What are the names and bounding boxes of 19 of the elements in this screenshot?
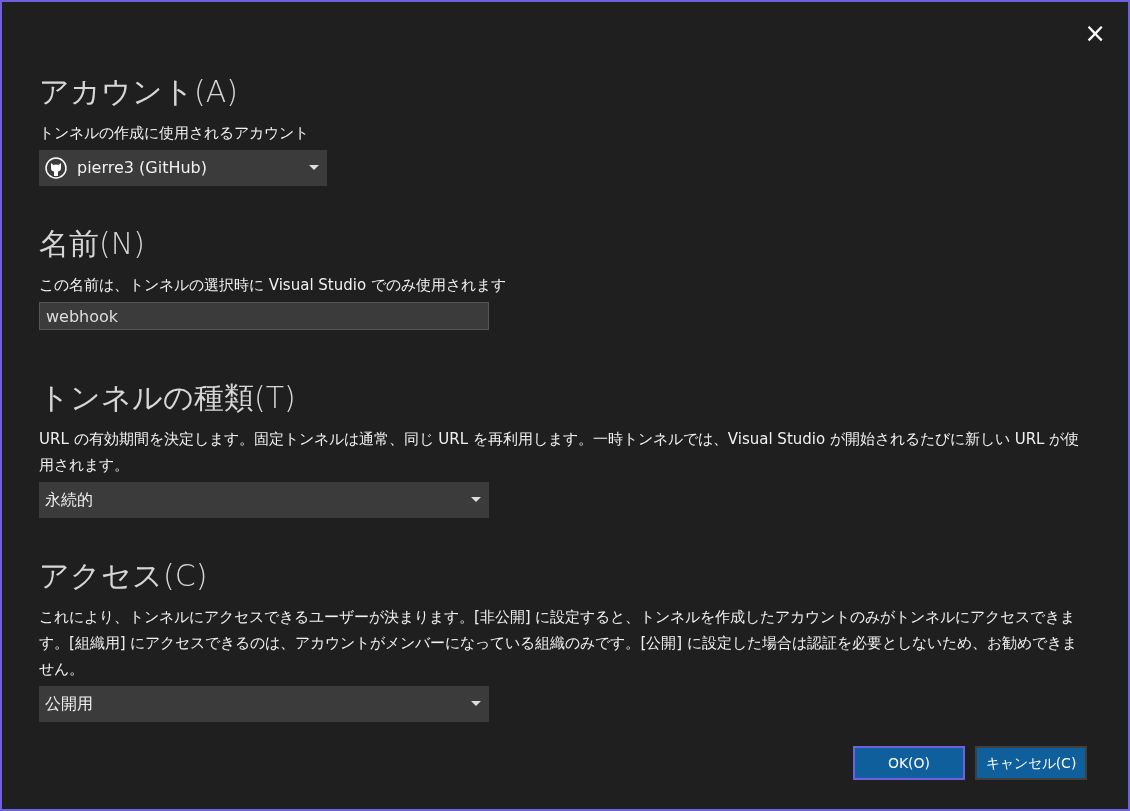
section-heading: トンネルの種類(T) [39, 380, 297, 416]
description-text: この名前は、トンネルの選択時に Visual Studio でのみ使用されます [39, 275, 507, 296]
cat-icon [45, 157, 67, 179]
dialog-button[interactable]: OK(O) [853, 746, 965, 780]
caret-icon [309, 165, 319, 171]
dropdown[interactable]: pierre3 (GitHub) [39, 150, 327, 186]
description-text: URL の有効期間を決定します。固定トンネルは通常、同じ URL を再利用します。一時トンネルでは、Visual Studio が開始されるたびに新しい URL が使用されます。 [39, 429, 1081, 476]
description-text: トンネルの作成に使用されるアカウント [39, 123, 310, 144]
text-field[interactable]: webhook [39, 302, 489, 330]
caret-icon [471, 701, 481, 707]
section-heading: アカウント(A) [39, 74, 239, 110]
dropdown[interactable]: 公開用 [39, 686, 489, 722]
section-heading: アクセス(C) [39, 558, 209, 594]
dialog-button[interactable]: キャンセル(C) [975, 746, 1087, 780]
description-text: これにより、トンネルにアクセスできるユーザーが決まります。[非公開] に設定すると、トンネルを作成したアカウントのみがトンネルにアクセスできます。[組織用] にアクセスできるのは、アカウントがメンバーになっている組織のみです。[公開] に設定した場合は認証を必要としないため、お勧めできません。 [39, 607, 1078, 680]
close-button[interactable]: × [1080, 16, 1110, 50]
caret-icon [471, 497, 481, 503]
section-heading: 名前(N) [39, 226, 146, 262]
dropdown[interactable]: 永続的 [39, 482, 489, 518]
